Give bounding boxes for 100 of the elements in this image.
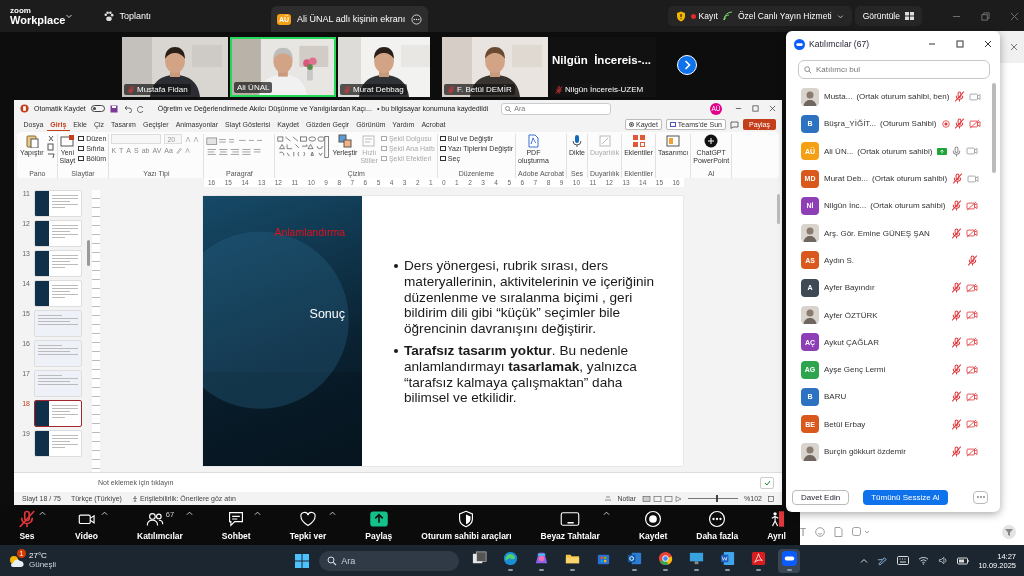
bullet-text: Tarafsız tasarım yoktur. Bu nedenle anlamlandırmayı tasarlamak, yalnızca “tarafsız kalmaya çalışmaktan” daha bilimsel ve etkilidir. xyxy=(404,343,638,407)
file-icon[interactable] xyxy=(834,527,844,537)
weather-condition[interactable]: Güneşli xyxy=(29,560,57,570)
video-tile[interactable]: Ali ÜNAL xyxy=(230,37,336,97)
toolbar-button[interactable]: Daha fazla xyxy=(696,509,739,541)
maximize-icon[interactable] xyxy=(956,40,964,48)
participant-name: Burçin gökkurt özdemir xyxy=(824,447,906,456)
caret-up-icon[interactable] xyxy=(185,509,193,516)
text-format-button[interactable]: T xyxy=(800,526,807,538)
volume-icon[interactable] xyxy=(938,556,949,565)
font-name-field[interactable] xyxy=(111,134,162,144)
bullet-icon xyxy=(394,349,398,353)
bullet-icon xyxy=(394,264,398,268)
participant-row[interactable]: Arş. Gör. Emine GÜNEŞ ŞAN xyxy=(786,219,1000,247)
toolbar-button[interactable]: Kaydet xyxy=(638,509,668,541)
keyboard-icon[interactable] xyxy=(897,556,910,565)
participant-role: (Ortak oturum sahibi, ben) xyxy=(856,92,950,102)
participant-name-label: F. Betül DEMİR xyxy=(444,84,515,95)
chat-bubble-icon[interactable] xyxy=(227,509,246,528)
view-button[interactable]: Görüntüle xyxy=(854,6,922,26)
redo-icon[interactable] xyxy=(136,104,145,113)
meeting-label[interactable]: Toplantı xyxy=(119,11,151,21)
chevron-down-icon[interactable] xyxy=(65,12,74,20)
caret-up-icon[interactable] xyxy=(253,509,261,516)
toolbar-button[interactable]: Sohbet xyxy=(221,509,251,541)
toolbar-button[interactable]: Oturum sahibi araçları xyxy=(421,509,512,541)
shield-icon[interactable] xyxy=(457,509,476,528)
mute-all-button[interactable]: Tümünü Sessize Al xyxy=(863,489,948,505)
video-tile[interactable]: Murat Debbag xyxy=(338,37,430,97)
caret-up-icon[interactable] xyxy=(329,509,337,516)
scrollbar-thumb[interactable] xyxy=(992,83,996,173)
battery-icon[interactable] xyxy=(957,556,970,565)
toolbar-button[interactable]: Video xyxy=(75,509,98,541)
muted-mic-icon[interactable] xyxy=(18,509,36,528)
scrollbar-thumb[interactable] xyxy=(87,240,90,266)
participant-name-label: Ali ÜNAL xyxy=(234,82,273,93)
share-screen-icon[interactable] xyxy=(368,509,389,528)
check-button[interactable] xyxy=(760,476,774,489)
toolbar-button[interactable]: Ayrıl xyxy=(767,509,786,541)
video-tile[interactable]: F. Betül DEMİR xyxy=(442,37,548,97)
participant-row[interactable]: Ayfer ÖZTÜRK xyxy=(786,301,1000,329)
participant-row[interactable]: Burçin gökkurt özdemir xyxy=(786,437,1000,466)
live-stream-label[interactable]: Özel Canlı Yayın Hizmeti xyxy=(737,11,832,21)
save-icon[interactable] xyxy=(109,104,118,113)
participant-name: Arş. Gör. Emine GÜNEŞ ŞAN xyxy=(824,228,930,238)
temperature[interactable]: 27°C xyxy=(29,551,57,561)
toolbar-button[interactable]: Ses xyxy=(18,509,36,541)
dictate-icon xyxy=(570,134,584,148)
participant-name-label: Mustafa Fidan xyxy=(124,84,191,95)
whiteboard-icon[interactable] xyxy=(560,509,581,528)
chevron-up-icon[interactable] xyxy=(860,556,869,565)
slide-title: Sonuç xyxy=(309,307,345,321)
toolbar-button[interactable]: Paylaş xyxy=(365,509,393,541)
grid-view-icon xyxy=(905,12,914,20)
participant-name: Ali ÜN... xyxy=(824,146,854,156)
toolbar-button[interactable]: Beyaz Tahtalar xyxy=(540,509,600,541)
participant-name: Aydın S. xyxy=(824,255,855,265)
participant-row[interactable]: Musta... (Ortak oturum sahibi, ben) xyxy=(786,83,1000,111)
screen-icon xyxy=(669,122,676,127)
filter-button[interactable] xyxy=(1002,525,1016,539)
chevron-down-icon[interactable] xyxy=(836,12,844,20)
video-tile[interactable]: Mustafa Fidan xyxy=(122,37,228,97)
comment-icon[interactable] xyxy=(730,120,739,129)
fit-slide-icon[interactable] xyxy=(768,495,774,502)
recording-label[interactable]: Kayıt xyxy=(698,11,718,21)
participant-name: Aykut ÇAĞLAR xyxy=(824,337,879,347)
slide-thumbnail[interactable] xyxy=(34,400,82,427)
next-page-icon[interactable] xyxy=(677,55,697,75)
windows-start-icon[interactable] xyxy=(294,552,311,569)
clipboard-tools-icon xyxy=(46,134,55,160)
record-icon[interactable] xyxy=(644,509,663,528)
more-options-icon[interactable] xyxy=(411,13,423,25)
minimize-icon[interactable] xyxy=(928,40,936,48)
participant-name: Nilgün İnc... xyxy=(824,201,867,211)
invite-button[interactable]: Davet Edin xyxy=(792,489,850,505)
pen-icon[interactable] xyxy=(877,555,889,566)
styles-icon xyxy=(362,134,377,148)
view-buttons-icon xyxy=(642,495,683,502)
undo-icon[interactable] xyxy=(122,104,132,113)
search-field[interactable]: Katılımcı bul xyxy=(798,60,990,79)
recording-dot xyxy=(690,13,696,19)
maximize-icon[interactable] xyxy=(752,105,759,112)
slider-thumb[interactable] xyxy=(715,495,718,502)
taskbar-app[interactable] xyxy=(778,548,801,573)
heart-icon[interactable] xyxy=(299,509,317,528)
minimize-icon[interactable] xyxy=(735,105,742,112)
close-icon[interactable] xyxy=(984,40,992,48)
participant-role: (Ortak oturum sahibi) xyxy=(872,174,948,184)
screenshot-icon[interactable] xyxy=(852,527,871,537)
wifi-icon[interactable] xyxy=(918,556,930,565)
caret-up-icon[interactable] xyxy=(101,509,108,516)
caret-up-icon[interactable] xyxy=(602,509,610,516)
scrollbar-thumb[interactable] xyxy=(777,194,780,224)
powerpoint-logo-icon xyxy=(20,104,29,113)
caret-up-icon[interactable] xyxy=(39,509,46,516)
restore-icon[interactable] xyxy=(981,11,990,21)
toolbar-button[interactable]: Tepki ver xyxy=(289,509,327,541)
participant-role: (Oturum Sahibi) xyxy=(880,119,937,129)
search-field[interactable]: Ara xyxy=(319,550,460,571)
video-tile[interactable]: Nilgün İncereis-... Nilgün İncereis-UZEM xyxy=(550,37,656,97)
